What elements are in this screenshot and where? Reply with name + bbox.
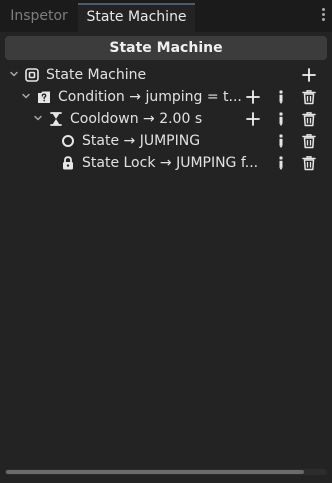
panel-title: State Machine [5, 36, 327, 60]
horizontal-scrollbar[interactable] [5, 469, 327, 475]
edit-icon[interactable] [273, 133, 289, 149]
tab-inspetor[interactable]: Inspetor [4, 3, 74, 32]
tree-row-cooldown[interactable]: Cooldown → 2.00 s [0, 108, 332, 130]
tree-row-label: State → JUMPING [82, 133, 201, 149]
scrollbar-thumb[interactable] [6, 470, 304, 474]
edit-icon[interactable] [273, 111, 289, 127]
trash-icon[interactable] [301, 89, 317, 105]
chevron-down-icon[interactable] [8, 68, 20, 80]
tree-row-label: Cooldown → 2.00 s [70, 111, 203, 127]
tree-row-condition[interactable]: Condition → jumping = t... [0, 86, 332, 108]
state-circle-icon [62, 135, 74, 147]
trash-icon[interactable] [301, 111, 317, 127]
add-icon[interactable] [245, 111, 261, 127]
lock-icon [63, 156, 73, 170]
tree-row-label: State Machine [46, 67, 147, 83]
tree-row-state[interactable]: State → JUMPING [0, 130, 332, 152]
add-icon[interactable] [245, 89, 261, 105]
condition-icon [38, 91, 50, 103]
trash-icon[interactable] [301, 133, 317, 149]
tree-row-state-machine[interactable]: State Machine [0, 64, 332, 86]
chevron-down-icon[interactable] [32, 112, 44, 124]
tree-row-state-lock[interactable]: State Lock → JUMPING f... [0, 152, 332, 174]
tab-bar: Inspetor State Machine [0, 0, 332, 32]
edit-icon[interactable] [273, 155, 289, 171]
tree-row-label: State Lock → JUMPING f... [82, 155, 259, 171]
hourglass-icon [50, 112, 62, 126]
tree-row-label: Condition → jumping = t... [58, 89, 242, 105]
add-icon[interactable] [301, 67, 317, 83]
tab-state-machine[interactable]: State Machine [78, 3, 195, 32]
more-options-icon[interactable] [317, 6, 329, 26]
trash-icon[interactable] [301, 155, 317, 171]
state-machine-icon [25, 68, 39, 82]
edit-icon[interactable] [273, 89, 289, 105]
chevron-down-icon[interactable] [20, 90, 32, 102]
